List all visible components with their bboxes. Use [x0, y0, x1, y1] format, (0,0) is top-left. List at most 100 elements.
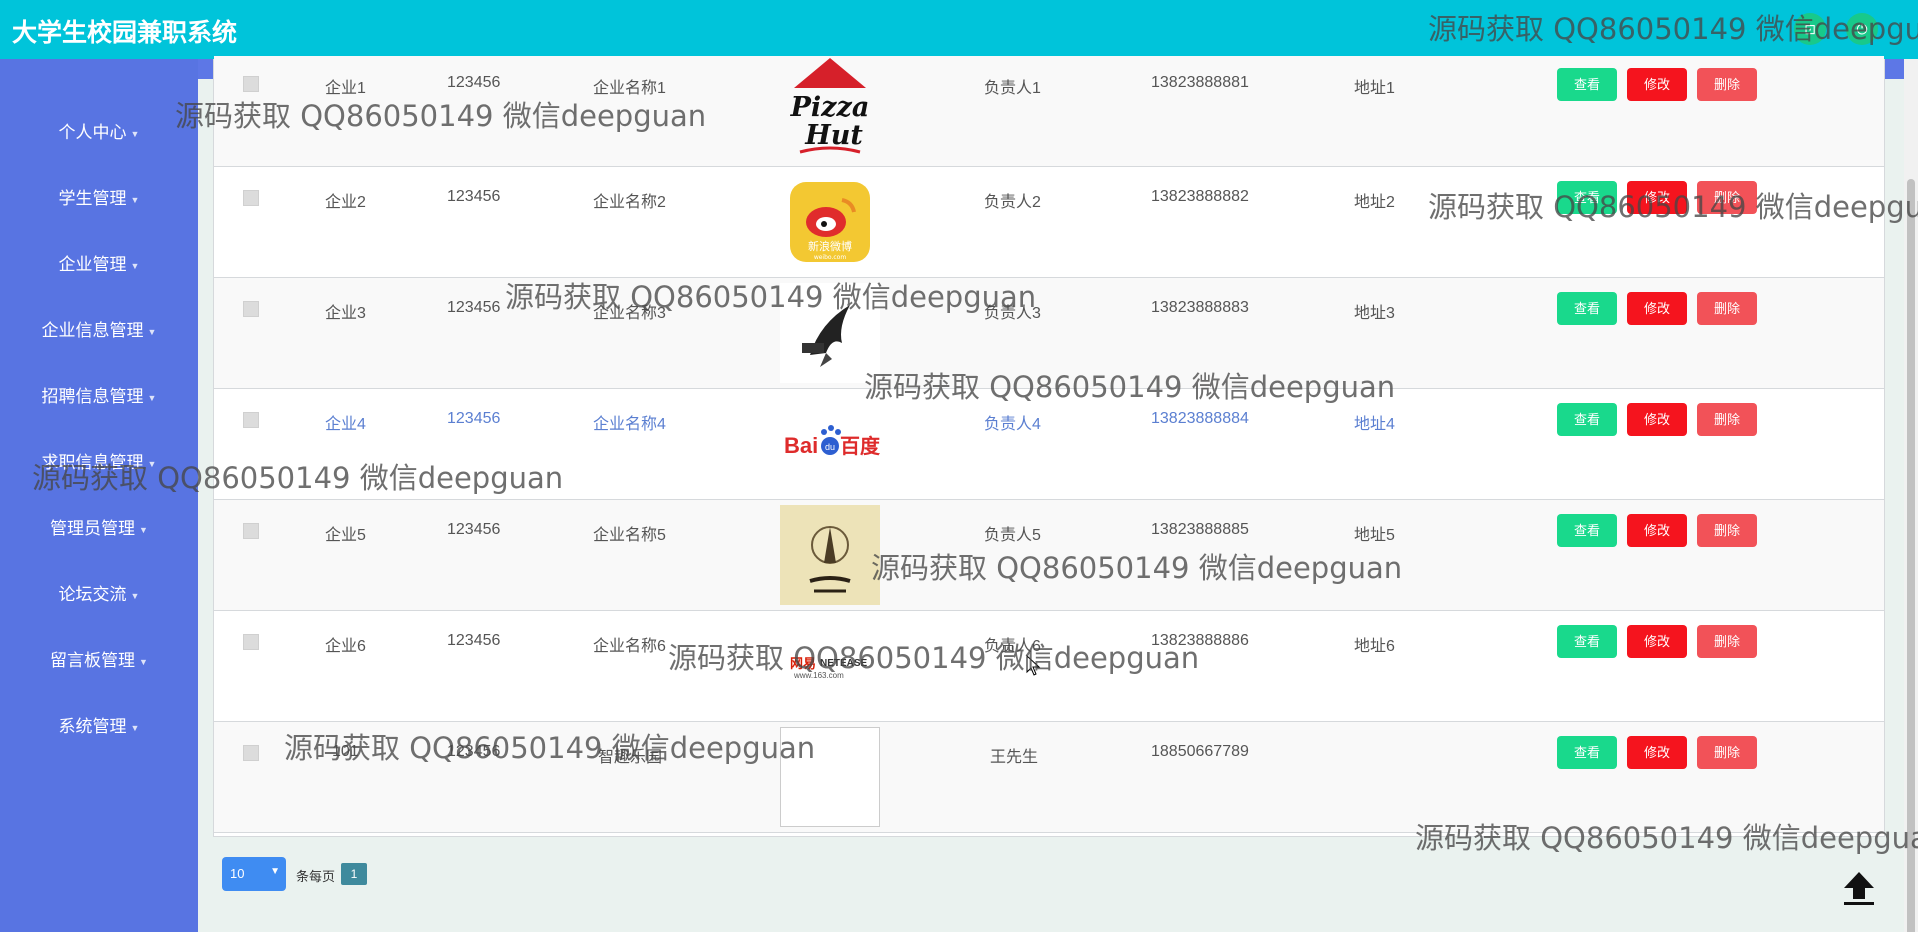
- mouse-cursor-icon: [1026, 654, 1042, 682]
- view-button[interactable]: 查看: [1557, 68, 1617, 101]
- edit-button[interactable]: 修改: [1627, 403, 1687, 436]
- page-button[interactable]: 1: [341, 863, 367, 885]
- sidebar-item-enterprise-info[interactable]: 企业信息管理 ▼: [0, 316, 198, 341]
- delete-button[interactable]: 删除: [1697, 736, 1757, 769]
- svg-text:du: du: [825, 442, 835, 452]
- svg-text:Bai: Bai: [784, 433, 818, 458]
- table-row: 企业6 123456 企业名称6 网易 NETEASE www.163.com …: [214, 611, 1884, 722]
- delete-button[interactable]: 删除: [1697, 181, 1757, 214]
- cell-name: 企业名称4: [593, 416, 666, 433]
- row-checkbox[interactable]: [243, 301, 259, 317]
- chevron-down-icon: ▼: [270, 866, 280, 877]
- cell-name: 智趣乐园: [598, 749, 663, 766]
- row-checkbox[interactable]: [243, 76, 259, 92]
- window-icon[interactable]: ⊡: [1794, 13, 1826, 45]
- sidebar-item-label: 求职信息管理: [41, 453, 144, 472]
- sidebar-item-students[interactable]: 学生管理 ▼: [0, 184, 198, 209]
- sidebar-item-personal-center[interactable]: 个人中心 ▼: [0, 118, 198, 143]
- empty-logo-image: [780, 727, 880, 827]
- edit-button[interactable]: 修改: [1627, 292, 1687, 325]
- cell-account: 企业2: [325, 194, 366, 211]
- view-button[interactable]: 查看: [1557, 514, 1617, 547]
- cell-account: 企业1: [325, 80, 366, 97]
- sidebar-item-label: 学生管理: [58, 189, 127, 208]
- row-checkbox[interactable]: [243, 190, 259, 206]
- delete-button[interactable]: 删除: [1697, 625, 1757, 658]
- caret-down-icon: ▼: [130, 194, 140, 205]
- svg-text:百度: 百度: [840, 434, 880, 458]
- cell-password: 123456: [447, 743, 501, 760]
- svg-text:weibo.com: weibo.com: [814, 254, 847, 261]
- edit-button[interactable]: 修改: [1627, 181, 1687, 214]
- cell-account: 企业6: [325, 638, 366, 655]
- sidebar-item-label: 招聘信息管理: [41, 387, 144, 406]
- logout-icon[interactable]: ⏻: [1846, 13, 1878, 45]
- per-page-label: 条每页: [296, 869, 336, 884]
- cell-name: 企业名称3: [593, 305, 666, 322]
- cell-address: 地址4: [1354, 416, 1395, 433]
- sidebar-item-system[interactable]: 系统管理 ▼: [0, 712, 198, 737]
- page-size-select[interactable]: 10 ▼: [222, 857, 286, 891]
- sidebar-item-label: 企业信息管理: [41, 321, 144, 340]
- caret-down-icon: ▼: [130, 722, 140, 733]
- edit-button[interactable]: 修改: [1627, 68, 1687, 101]
- delete-button[interactable]: 删除: [1697, 68, 1757, 101]
- app-title: 大学生校园兼职系统: [12, 19, 238, 47]
- svg-text:www.163.com: www.163.com: [793, 671, 844, 680]
- cell-password: 123456: [447, 188, 501, 205]
- table-row: 101 123456 智趣乐园 王先生 18850667789 查看 修改 删除: [214, 722, 1884, 833]
- cell-contact: 负责人4: [984, 416, 1041, 433]
- edit-button[interactable]: 修改: [1627, 625, 1687, 658]
- table-row: 企业2 123456 企业名称2 新浪微博 weibo.com 负责人2 138…: [214, 167, 1884, 278]
- caret-down-icon: ▼: [130, 260, 140, 271]
- cell-phone: 13823888881: [1151, 74, 1249, 91]
- cell-contact: 负责人5: [984, 527, 1041, 544]
- row-checkbox[interactable]: [243, 745, 259, 761]
- view-button[interactable]: 查看: [1557, 736, 1617, 769]
- delete-button[interactable]: 删除: [1697, 292, 1757, 325]
- edit-button[interactable]: 修改: [1627, 514, 1687, 547]
- sidebar-item-forum[interactable]: 论坛交流 ▼: [0, 580, 198, 605]
- cell-account: 企业4: [325, 416, 366, 433]
- sidebar-item-label: 留言板管理: [50, 651, 136, 670]
- row-checkbox[interactable]: [243, 523, 259, 539]
- svg-text:网易: 网易: [790, 657, 816, 672]
- sidebar-item-messages[interactable]: 留言板管理 ▼: [0, 646, 198, 671]
- netease-logo: 网易 NETEASE www.163.com: [780, 616, 880, 716]
- cell-password: 123456: [447, 632, 501, 649]
- cell-name: 企业名称5: [593, 527, 666, 544]
- caret-down-icon: ▼: [147, 392, 157, 403]
- view-button[interactable]: 查看: [1557, 292, 1617, 325]
- cell-phone: 13823888884: [1151, 410, 1249, 427]
- sidebar-item-admins[interactable]: 管理员管理 ▼: [0, 514, 198, 539]
- sidebar-item-job-seeking[interactable]: 求职信息管理 ▼: [0, 448, 198, 473]
- row-checkbox[interactable]: [243, 412, 259, 428]
- row-checkbox[interactable]: [243, 634, 259, 650]
- delete-button[interactable]: 删除: [1697, 514, 1757, 547]
- cell-phone: 13823888885: [1151, 521, 1249, 538]
- pizza-hut-logo: Pizza Hut: [780, 58, 880, 158]
- cell-address: 地址5: [1354, 527, 1395, 544]
- cell-address: 地址1: [1354, 80, 1395, 97]
- scrollbar-thumb[interactable]: [1907, 179, 1915, 932]
- baidu-logo: Bai du 百度: [780, 394, 880, 494]
- view-button[interactable]: 查看: [1557, 403, 1617, 436]
- table-row: 企业3 123456 企业名称3 负责人3 13823888883 地址3 查看…: [214, 278, 1884, 389]
- cell-address: 地址6: [1354, 638, 1395, 655]
- delete-button[interactable]: 删除: [1697, 403, 1757, 436]
- svg-text:新浪微博: 新浪微博: [808, 239, 852, 253]
- table-row: 企业1 123456 企业名称1 Pizza Hut 负责人1 13823888…: [214, 56, 1884, 167]
- svg-text:NETEASE: NETEASE: [820, 658, 868, 669]
- edit-button[interactable]: 修改: [1627, 736, 1687, 769]
- sidebar-item-enterprises[interactable]: 企业管理 ▼: [0, 250, 198, 275]
- view-button[interactable]: 查看: [1557, 181, 1617, 214]
- view-button[interactable]: 查看: [1557, 625, 1617, 658]
- enterprise-table: 企业1 123456 企业名称1 Pizza Hut 负责人1 13823888…: [213, 56, 1885, 837]
- back-to-top-icon[interactable]: [1838, 866, 1880, 908]
- svg-text:Hut: Hut: [804, 120, 863, 151]
- cell-contact: 负责人2: [984, 194, 1041, 211]
- scrollbar[interactable]: [1904, 59, 1918, 932]
- sidebar-item-recruitment[interactable]: 招聘信息管理 ▼: [0, 382, 198, 407]
- page-size-value: 10: [230, 866, 245, 881]
- cell-address: 地址3: [1354, 305, 1395, 322]
